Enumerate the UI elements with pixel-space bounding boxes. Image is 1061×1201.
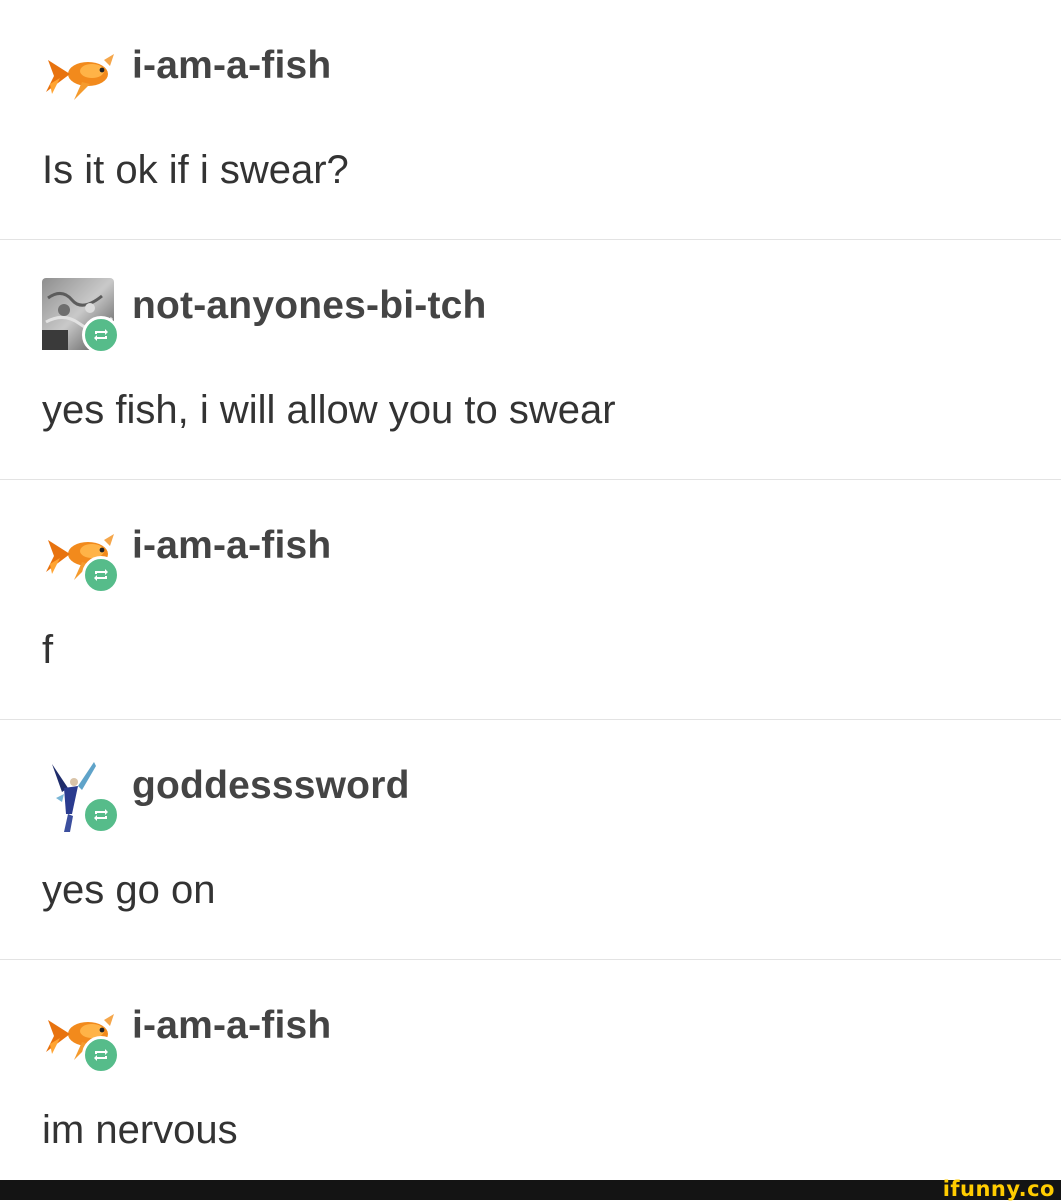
reblog-thread: i-am-a-fish Is it ok if i swear? not-any… xyxy=(0,0,1061,1180)
post-body: Is it ok if i swear? xyxy=(42,148,349,192)
avatar[interactable] xyxy=(42,38,118,114)
post-body: yes go on xyxy=(42,868,216,912)
post: i-am-a-fish im nervous xyxy=(0,960,1061,1180)
reblog-icon xyxy=(94,1049,108,1061)
post: i-am-a-fish Is it ok if i swear? xyxy=(0,0,1061,240)
reblog-icon xyxy=(94,809,108,821)
avatar[interactable] xyxy=(42,278,120,354)
post-body: im nervous xyxy=(42,1108,238,1152)
watermark-bar: ifunny.co xyxy=(0,1177,1061,1201)
post: goddesssword yes go on xyxy=(0,720,1061,960)
post-username[interactable]: i-am-a-fish xyxy=(132,44,331,88)
post-body: yes fish, i will allow you to swear xyxy=(42,388,616,432)
reblog-badge xyxy=(82,796,120,834)
reblog-icon xyxy=(94,569,108,581)
post: not-anyones-bi-tch yes fish, i will allo… xyxy=(0,240,1061,480)
post-username[interactable]: not-anyones-bi-tch xyxy=(132,284,487,328)
avatar[interactable] xyxy=(42,518,120,594)
post-username[interactable]: i-am-a-fish xyxy=(132,1004,331,1048)
post-username[interactable]: i-am-a-fish xyxy=(132,524,331,568)
avatar[interactable] xyxy=(42,998,120,1074)
goldfish-avatar-icon xyxy=(46,54,114,100)
reblog-icon xyxy=(94,329,108,341)
post-username[interactable]: goddesssword xyxy=(132,764,410,808)
post-body: f xyxy=(42,628,54,672)
reblog-badge xyxy=(82,1036,120,1074)
post: i-am-a-fish f xyxy=(0,480,1061,720)
reblog-badge xyxy=(82,316,120,354)
ifunny-watermark: ifunny.co xyxy=(942,1177,1055,1201)
reblog-badge xyxy=(82,556,120,594)
avatar[interactable] xyxy=(42,758,120,834)
